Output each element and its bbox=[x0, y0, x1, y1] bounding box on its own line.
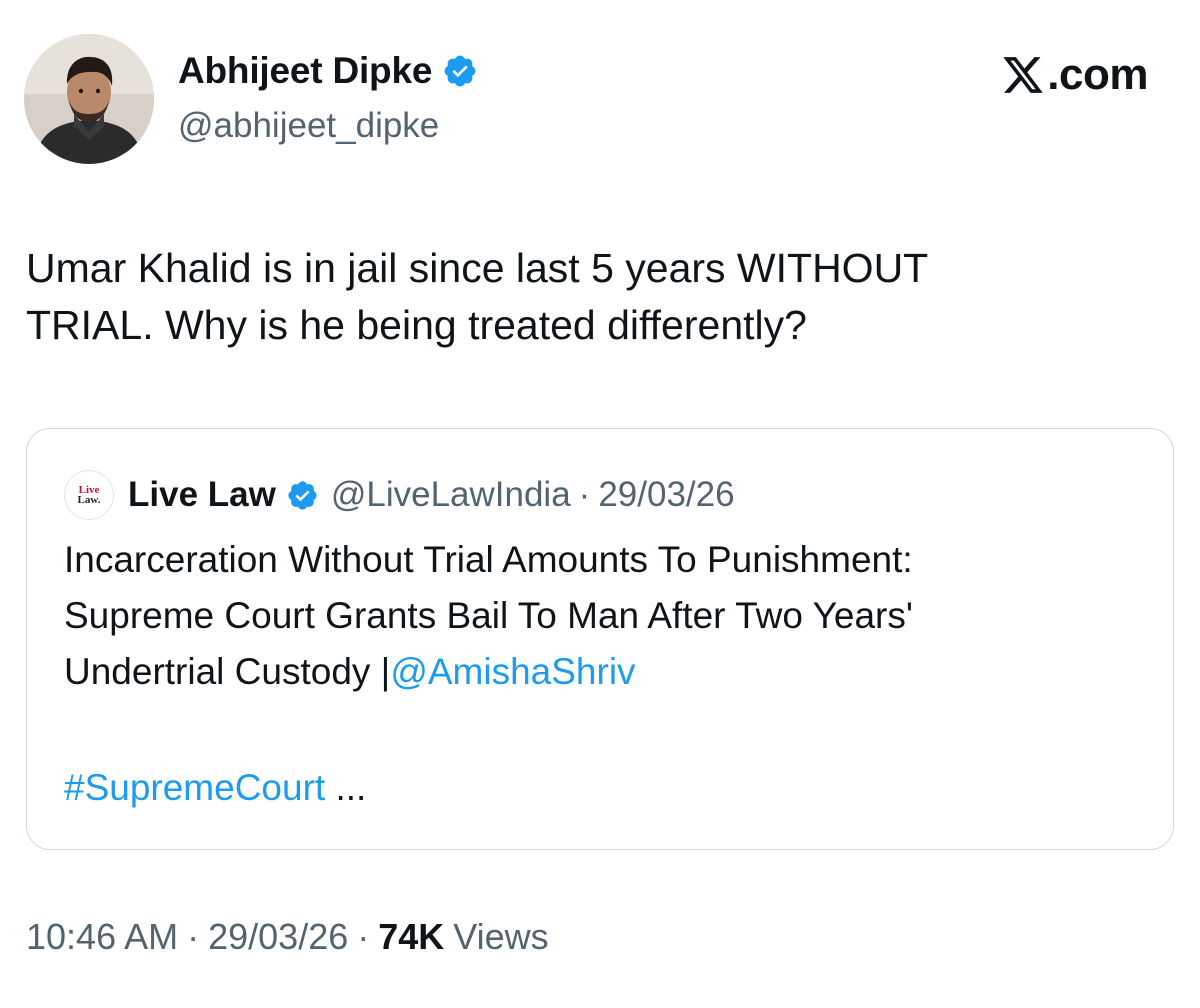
site-logo: .com bbox=[1001, 50, 1148, 100]
livelaw-logo-line2: Law. bbox=[77, 493, 101, 506]
quoted-text-line: Supreme Court Grants Bail To Man After T… bbox=[64, 595, 913, 636]
quoted-text-prefix: Undertrial Custody | bbox=[64, 651, 391, 692]
tweet-metadata: 10:46 AM · 29/03/26 · 74K Views bbox=[26, 916, 549, 958]
quoted-text-line: Incarceration Without Trial Amounts To P… bbox=[64, 539, 913, 580]
meta-separator: · bbox=[187, 916, 200, 957]
livelaw-avatar[interactable]: Live Law. bbox=[64, 470, 114, 520]
tweet-container: Abhijeet Dipke @abhijeet_dipke .com Umar… bbox=[0, 0, 1200, 1008]
quoted-text-line: Undertrial Custody |@AmishaShriv bbox=[64, 644, 1154, 700]
views-label: Views bbox=[453, 916, 549, 957]
hashtag-link[interactable]: #SupremeCourt bbox=[64, 767, 325, 808]
truncation-ellipsis: ... bbox=[325, 767, 367, 808]
tweet-text-line: TRIAL. Why is he being treated different… bbox=[26, 302, 807, 348]
author-name-text[interactable]: Abhijeet Dipke bbox=[178, 50, 432, 92]
site-logo-text: .com bbox=[1047, 50, 1148, 99]
quoted-hashtag-line: #SupremeCourt ... bbox=[64, 760, 366, 816]
author-name[interactable]: Abhijeet Dipke bbox=[178, 50, 478, 92]
author-avatar[interactable] bbox=[24, 34, 154, 164]
avatar-photo-icon bbox=[24, 34, 154, 164]
quoted-tweet-header: Live Law. Live Law @LiveLawIndia · 29/03… bbox=[38, 470, 735, 520]
verified-badge-icon bbox=[286, 479, 319, 512]
views-count[interactable]: 74K bbox=[378, 916, 444, 958]
livelaw-logo-line1: Live bbox=[78, 483, 100, 496]
meta-separator: · bbox=[357, 916, 370, 957]
author-handle[interactable]: @abhijeet_dipke bbox=[178, 106, 439, 146]
header-separator: · bbox=[578, 475, 591, 514]
tweet-time[interactable]: 10:46 AM bbox=[26, 916, 178, 958]
quoted-tweet-body: Incarceration Without Trial Amounts To P… bbox=[64, 532, 1154, 700]
x-logo-icon bbox=[1001, 53, 1045, 97]
mention-link[interactable]: @AmishaShriv bbox=[390, 651, 635, 692]
tweet-body: Umar Khalid is in jail since last 5 year… bbox=[26, 240, 1166, 354]
quoted-tweet-date[interactable]: 29/03/26 bbox=[598, 475, 734, 515]
quoted-author-name[interactable]: Live Law bbox=[128, 475, 276, 515]
quoted-author-handle[interactable]: @LiveLawIndia bbox=[331, 475, 571, 515]
tweet-text-line: Umar Khalid is in jail since last 5 year… bbox=[26, 245, 929, 291]
verified-badge-icon bbox=[442, 53, 478, 89]
tweet-date[interactable]: 29/03/26 bbox=[208, 916, 348, 958]
